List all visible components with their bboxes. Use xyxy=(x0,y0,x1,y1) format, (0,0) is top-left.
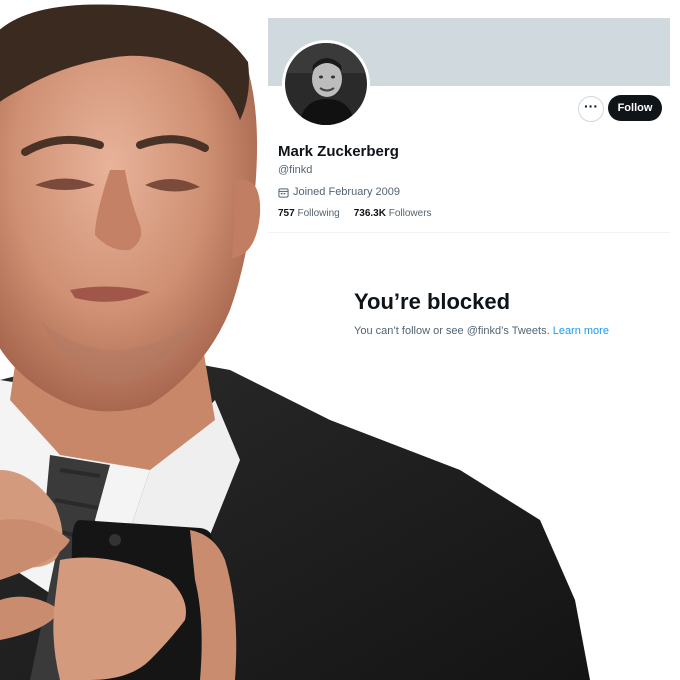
meme-image: ··· Follow Mark Zuckerberg @finkd Joined… xyxy=(0,0,680,680)
person-with-phone-photo xyxy=(0,4,590,680)
